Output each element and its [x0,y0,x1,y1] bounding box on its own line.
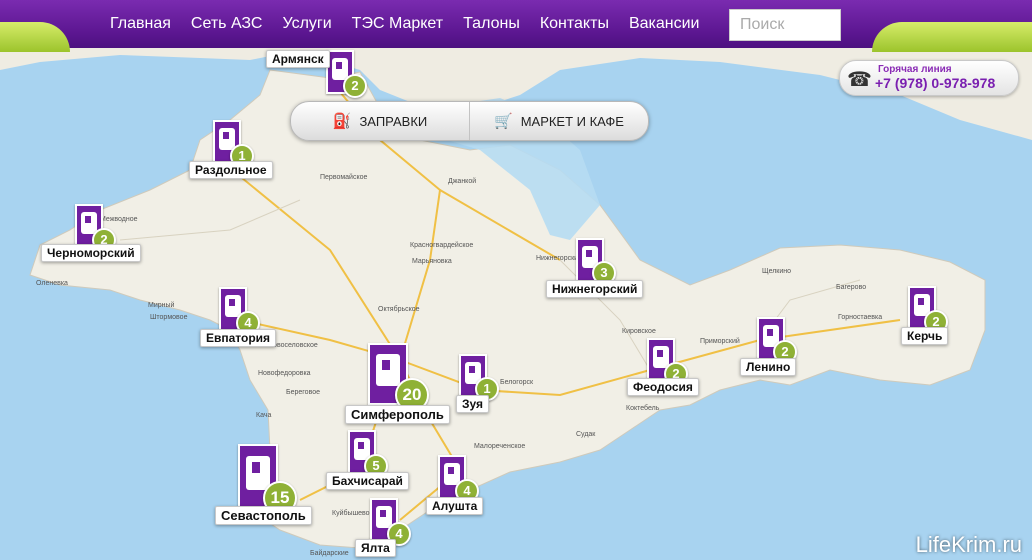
filter-market-button[interactable]: 🛒 МАРКЕТ И КАФЕ [469,102,648,140]
station-label: Раздольное [189,161,273,179]
nav-item-market[interactable]: ТЭС Маркет [352,15,443,33]
map-label: Штормовое [150,314,188,321]
station-label: Севастополь [215,506,312,525]
watermark: LifeKrim.ru [915,532,1022,557]
map-label: Байдарские [310,550,349,557]
map-label: Новофедоровка [258,370,311,377]
station-label: Евпатория [200,329,277,347]
station-label: Зуя [456,395,490,413]
map-label: Куйбышево [332,510,370,517]
station-count: 2 [343,74,367,98]
map-label: Оленевка [36,280,68,287]
nav-item-contacts[interactable]: Контакты [540,15,609,33]
nav-item-services[interactable]: Услуги [282,15,331,33]
map-label: Белогорск [500,379,534,386]
station-label: Ленино [740,358,797,376]
map-label: Горностаевка [838,314,883,321]
map-label: Приморский [700,338,740,345]
station-label: Симферополь [345,405,450,424]
map-label: Кача [256,412,272,419]
filter-fuel-button[interactable]: ⛽ ЗАПРАВКИ [291,102,469,140]
station-label: Черноморский [41,244,141,262]
map-label: Джанкой [448,178,477,185]
hotline-title: Горячая линия [878,64,952,75]
phone-icon: ☎ [847,69,872,91]
map-label: Октябрьское [378,306,420,313]
map-label: Коктебель [626,405,660,412]
map-label: Мирный [148,302,175,309]
filter-toggle: ⛽ ЗАПРАВКИ 🛒 МАРКЕТ И КАФЕ [290,101,649,141]
filter-market-label: МАРКЕТ И КАФЕ [520,113,624,129]
decorative-leaf-right [872,22,1032,52]
station-label: Ялта [355,539,396,557]
cart-icon: 🛒 [494,113,513,130]
station-label: Керчь [901,327,949,345]
map-label: Кировское [622,328,656,335]
hotline-box[interactable]: ☎ Горячая линия +7 (978) 0-978-978 [839,60,1019,96]
station-label: Феодосия [627,378,699,396]
nav-item-stations[interactable]: Сеть АЗС [191,15,263,33]
main-menu: Главная Сеть АЗС Услуги ТЭС Маркет Талон… [100,0,709,48]
map-label: Щелкино [762,268,792,275]
nav-item-coupons[interactable]: Талоны [463,15,520,33]
map-label: Судак [576,431,596,438]
map-label: Береговое [286,389,320,396]
hotline-phone: +7 (978) 0-978-978 [875,75,996,91]
fuel-pump-icon: ⛽ [332,113,352,130]
station-label: Нижнегорский [546,280,644,298]
map-label: Первомайское [320,174,368,181]
search-input[interactable] [729,9,841,41]
nav-item-vacancies[interactable]: Вакансии [629,15,700,33]
map-label: Багерово [836,284,867,291]
map-label: Красногвардейское [410,242,474,249]
decorative-leaf-left [0,22,70,52]
station-label: Алушта [426,497,484,515]
filter-fuel-label: ЗАПРАВКИ [359,113,428,129]
nav-item-home[interactable]: Главная [110,15,171,33]
station-label: Бахчисарай [326,472,409,490]
top-navigation-bar: Главная Сеть АЗС Услуги ТЭС Маркет Талон… [0,0,1032,52]
map-label: Межводное [100,216,138,223]
station-label: Армянск [266,50,330,68]
map-label: Марьяновка [412,258,452,265]
map-label: Малореченское [474,443,526,450]
